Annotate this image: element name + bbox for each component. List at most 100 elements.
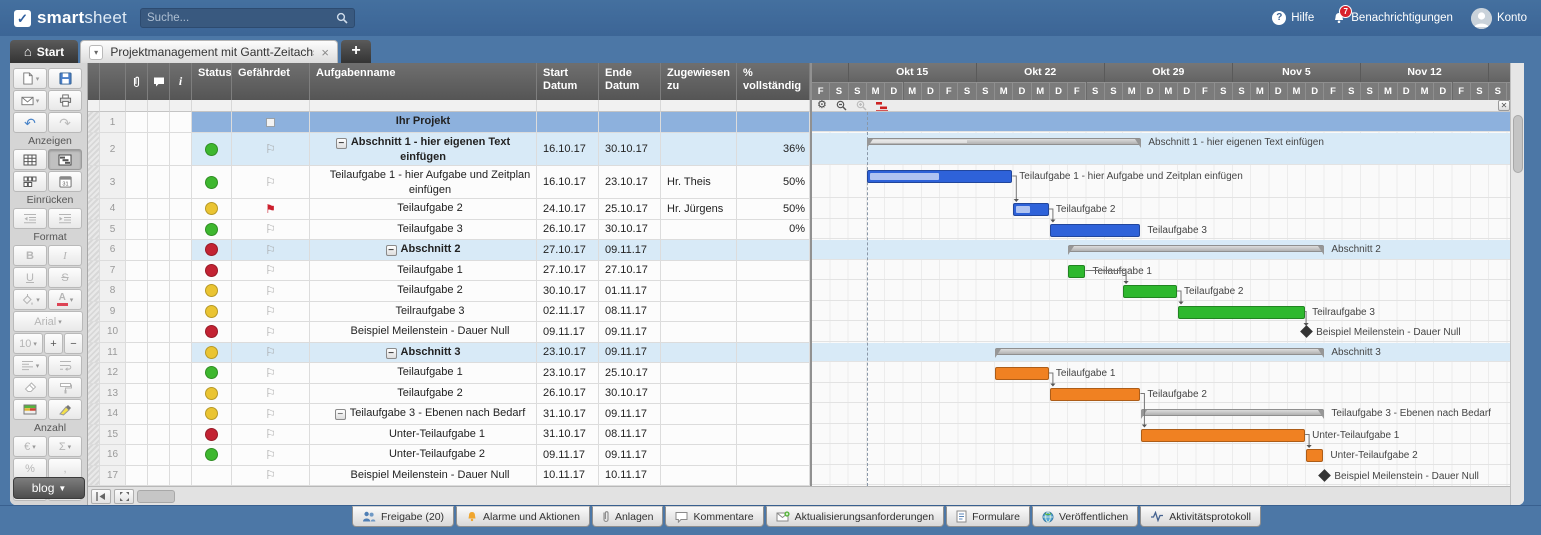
cell-percent-complete[interactable] (737, 112, 810, 133)
help-button[interactable]: ? Hilfe (1272, 11, 1314, 25)
row-drag-handle[interactable] (88, 133, 100, 166)
row-drag-handle[interactable] (88, 363, 100, 384)
gear-icon[interactable]: ⚙ (817, 100, 827, 111)
row-number[interactable]: 3 (100, 166, 126, 199)
cell-assigned-to[interactable] (661, 343, 737, 364)
gantt-task-bar[interactable] (1306, 449, 1323, 462)
gantt-summary-bar[interactable] (995, 348, 1324, 355)
toolbar-save[interactable] (48, 68, 82, 89)
toolbar-undo[interactable]: ↶ (13, 112, 47, 133)
cell-task-name[interactable]: Teilaufgabe 2 (310, 199, 537, 220)
cell-end-date[interactable]: 08.11.17 (599, 425, 661, 446)
cell-comment[interactable] (148, 322, 170, 343)
vertical-scroll-thumb[interactable] (1513, 115, 1523, 173)
cell-comment[interactable] (148, 240, 170, 261)
cell-info[interactable] (170, 133, 192, 166)
cell-assigned-to[interactable] (661, 281, 737, 302)
cell-percent-complete[interactable]: 36% (737, 133, 810, 166)
account-button[interactable]: Konto (1471, 8, 1527, 29)
row-drag-handle[interactable] (88, 302, 100, 323)
toolbar-button-+[interactable]: + (44, 333, 63, 354)
tab-close-icon[interactable]: × (321, 45, 329, 60)
cell-risk-flag[interactable]: ⚐ (232, 302, 310, 323)
cell-risk-flag[interactable]: ⚐ (232, 384, 310, 405)
cell-risk-flag[interactable]: ⚐ (232, 343, 310, 364)
cell-comment[interactable] (148, 404, 170, 425)
row-drag-handle[interactable] (88, 343, 100, 364)
cell-start-date[interactable]: 27.10.17 (537, 261, 599, 282)
cell-assigned-to[interactable] (661, 133, 737, 166)
row-drag-handle[interactable] (88, 322, 100, 343)
cell-status[interactable] (192, 384, 232, 405)
toolbar-cardview[interactable] (13, 171, 47, 192)
cell-assigned-to[interactable] (661, 220, 737, 241)
cell-start-date[interactable]: 16.10.17 (537, 166, 599, 199)
cell-start-date[interactable] (537, 112, 599, 133)
cell-status[interactable] (192, 466, 232, 487)
cell-info[interactable] (170, 404, 192, 425)
blog-watermark-button[interactable]: blog ▼ (13, 477, 85, 499)
cell-task-name[interactable]: Unter-Teilaufgabe 2 (310, 445, 537, 466)
cell-end-date[interactable]: 25.10.17 (599, 199, 661, 220)
cell-status[interactable] (192, 322, 232, 343)
toolbar-mail[interactable]: ▾ (13, 90, 47, 111)
toolbar-colortable[interactable] (13, 399, 47, 420)
search-box[interactable] (140, 8, 355, 28)
cell-status[interactable] (192, 166, 232, 199)
row-number[interactable]: 1 (100, 112, 126, 133)
cell-risk-flag[interactable]: ⚐ (232, 281, 310, 302)
row-drag-handle[interactable] (88, 281, 100, 302)
toolbar-button-,[interactable]: , (48, 458, 82, 479)
row-number[interactable]: 8 (100, 281, 126, 302)
cell-end-date[interactable]: 27.10.17 (599, 261, 661, 282)
cell-risk-flag[interactable] (232, 112, 310, 133)
toolbar-eraser[interactable] (13, 377, 47, 398)
bottom-tab-comment[interactable]: Kommentare (665, 506, 763, 527)
cell-percent-complete[interactable] (737, 425, 810, 446)
cell-attachment[interactable] (126, 384, 148, 405)
cell-info[interactable] (170, 322, 192, 343)
cell-assigned-to[interactable] (661, 445, 737, 466)
cell-attachment[interactable] (126, 240, 148, 261)
cell-attachment[interactable] (126, 425, 148, 446)
toolbar-button-10[interactable]: 10▾ (13, 333, 43, 354)
cell-status[interactable] (192, 445, 232, 466)
cell-task-name[interactable]: Teilaufgabe 2 (310, 281, 537, 302)
toolbar-button-σ[interactable]: Σ▾ (48, 436, 82, 457)
cell-assigned-to[interactable]: Hr. Jürgens (661, 199, 737, 220)
cell-start-date[interactable]: 02.11.17 (537, 302, 599, 323)
gantt-task-bar[interactable] (995, 367, 1049, 380)
header-end-date[interactable]: Ende Datum (599, 63, 661, 100)
gantt-task-bar[interactable] (1123, 285, 1177, 298)
cell-end-date[interactable]: 01.11.17 (599, 281, 661, 302)
cell-assigned-to[interactable] (661, 322, 737, 343)
cell-info[interactable] (170, 384, 192, 405)
cell-attachment[interactable] (126, 322, 148, 343)
toolbar-newdoc[interactable]: ▾ (13, 68, 47, 89)
toolbar-button-[interactable]: − (64, 333, 83, 354)
info-icon[interactable]: i (170, 63, 192, 100)
gantt-task-bar[interactable] (1013, 203, 1049, 216)
cell-start-date[interactable]: 24.10.17 (537, 199, 599, 220)
cell-start-date[interactable]: 26.10.17 (537, 384, 599, 405)
cell-info[interactable] (170, 343, 192, 364)
row-drag-handle[interactable] (88, 425, 100, 446)
cell-assigned-to[interactable] (661, 302, 737, 323)
cell-assigned-to[interactable] (661, 404, 737, 425)
cell-status[interactable] (192, 220, 232, 241)
row-number[interactable]: 5 (100, 220, 126, 241)
tab-start[interactable]: ⌂ Start (10, 40, 78, 63)
cell-assigned-to[interactable] (661, 425, 737, 446)
toolbar-gridview[interactable] (13, 149, 47, 170)
cell-comment[interactable] (148, 425, 170, 446)
row-drag-handle[interactable] (88, 384, 100, 405)
collapse-toggle[interactable]: − (386, 348, 397, 359)
cell-attachment[interactable] (126, 343, 148, 364)
toolbar-fontcolor[interactable]: A▾ (48, 289, 82, 310)
cell-attachment[interactable] (126, 363, 148, 384)
cell-start-date[interactable]: 09.11.17 (537, 322, 599, 343)
toolbar-button-i[interactable]: I (48, 245, 82, 266)
cell-task-name[interactable]: Beispiel Meilenstein - Dauer Null (310, 322, 537, 343)
cell-comment[interactable] (148, 166, 170, 199)
toolbar-button-arial[interactable]: Arial▾ (13, 311, 83, 332)
